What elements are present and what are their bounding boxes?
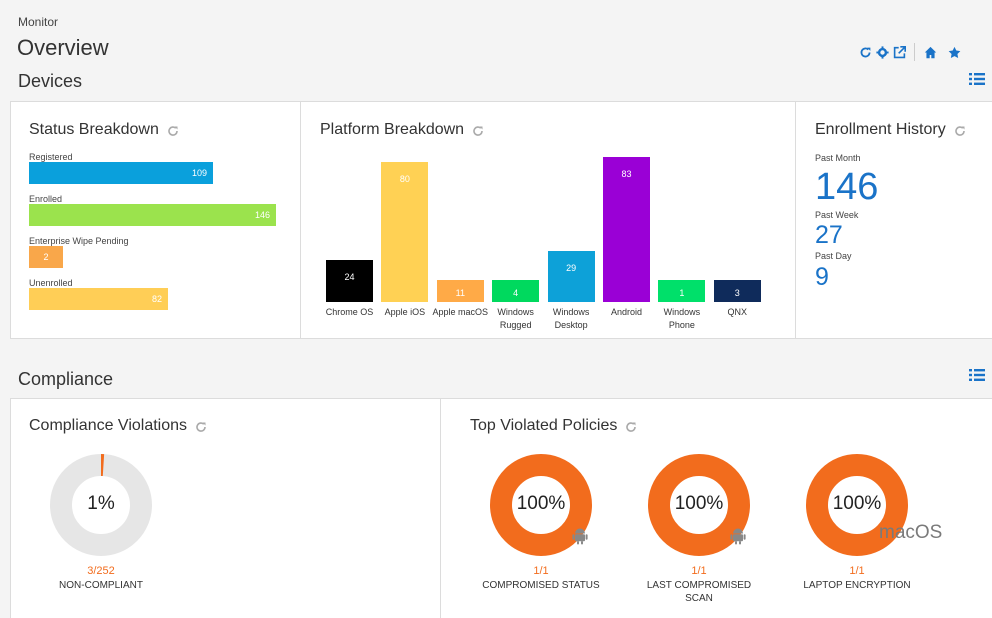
enrollment-history-title: Enrollment History	[815, 121, 966, 139]
toolbar-divider	[914, 43, 915, 61]
past-month-value: 146	[815, 166, 879, 208]
external-link-icon[interactable]	[892, 45, 906, 59]
platform-bar[interactable]: 29	[547, 251, 595, 302]
platform-bar[interactable]: 83	[603, 157, 650, 302]
top-violated-policies-title: Top Violated Policies	[470, 417, 637, 435]
platform-tick-label: Windows Rugged	[497, 307, 534, 330]
platform-bar[interactable]: 3	[713, 280, 761, 302]
platform-tick-label: QNX	[727, 307, 748, 317]
status-bar-label: Unenrolled	[29, 278, 73, 288]
platform-bar-chart: 24 Chrome OS 80 Apple iOS 11 Apple macOS 4 Wind…	[301, 102, 797, 340]
platform-bar[interactable]: 24	[326, 260, 373, 302]
refresh-icon[interactable]	[625, 420, 637, 432]
enrollment-history-panel: Enrollment History Past Month 146 Past W…	[795, 101, 992, 339]
status-breakdown-title-text: Status Breakdown	[29, 121, 159, 138]
compliance-violations-title: Compliance Violations	[29, 417, 207, 435]
android-icon	[572, 528, 588, 545]
compliance-violations-panel: Compliance Violations 1% 3/252 NON-COMPL…	[10, 398, 441, 618]
past-month-label: Past Month	[815, 153, 861, 163]
policy-percent: 100%	[674, 493, 724, 514]
past-day-value: 9	[815, 263, 829, 291]
policy-percent: 100%	[516, 493, 566, 514]
platform-bar[interactable]: 80	[381, 162, 429, 302]
status-bar-label: Enterprise Wipe Pending	[29, 236, 129, 246]
enrollment-history-title-text: Enrollment History	[815, 121, 946, 138]
top-violated-policies-title-text: Top Violated Policies	[470, 417, 618, 434]
list-icon[interactable]	[969, 368, 985, 382]
header-toolbar	[858, 43, 961, 61]
policy-caption-line: COMPROMISED STATUS	[482, 580, 600, 591]
platform-bar[interactable]: 4	[492, 280, 540, 302]
devices-section-title: Devices	[18, 71, 83, 91]
home-icon[interactable]	[923, 45, 937, 59]
platform-tick-label: Chrome OS	[325, 307, 374, 317]
past-week-label: Past Week	[815, 210, 859, 220]
refresh-icon[interactable]	[195, 420, 207, 432]
page-title: Overview	[17, 35, 109, 60]
platform-tick-label: Apple macOS	[432, 307, 489, 317]
list-icon[interactable]	[969, 72, 985, 86]
macos-label: macOS	[879, 522, 943, 543]
compliance-percent: 1%	[87, 493, 115, 514]
policy-caption: COMPROMISED STATUS	[471, 579, 611, 592]
status-bar-label: Enrolled	[29, 194, 63, 204]
past-week-value: 27	[815, 221, 843, 249]
status-bar[interactable]: 82	[29, 288, 168, 310]
compliance-section-title: Compliance	[18, 369, 114, 389]
platform-tick-label: Windows Phone	[663, 307, 701, 330]
star-icon[interactable]	[947, 45, 961, 59]
compliance-violations-title-text: Compliance Violations	[29, 417, 188, 434]
past-day-label: Past Day	[815, 251, 852, 261]
status-bar[interactable]: 2	[29, 246, 63, 268]
refresh-icon[interactable]	[858, 45, 872, 59]
platform-tick-label: Android	[610, 307, 643, 317]
platform-tick-label: Windows Desktop	[552, 307, 590, 330]
status-breakdown-title: Status Breakdown	[29, 121, 179, 139]
policy-count[interactable]: 1/1	[629, 565, 769, 577]
policy-count[interactable]: 1/1	[471, 565, 611, 577]
policy-caption-line: LAPTOP ENCRYPTION	[803, 580, 911, 591]
android-icon	[730, 528, 746, 545]
policy-count[interactable]: 1/1	[787, 565, 927, 577]
status-bar[interactable]: 146	[29, 204, 276, 226]
platform-bar[interactable]: 11	[436, 280, 484, 302]
refresh-icon[interactable]	[167, 124, 179, 136]
gear-icon[interactable]	[875, 45, 889, 59]
breadcrumb[interactable]: Monitor	[18, 15, 58, 29]
status-breakdown-panel: Status Breakdown Registered 109 Enrolled 14…	[10, 101, 301, 339]
policy-caption-line: SCAN	[685, 593, 713, 604]
refresh-icon[interactable]	[954, 124, 966, 136]
policy-percent: 100%	[832, 493, 882, 514]
policy-caption: LAPTOP ENCRYPTION	[787, 579, 927, 592]
status-bar[interactable]: 109	[29, 162, 213, 184]
compliance-count[interactable]: 3/252	[41, 565, 161, 577]
compliance-caption: NON-COMPLIANT	[59, 580, 143, 591]
policy-caption-line: LAST COMPROMISED	[646, 580, 752, 591]
top-violated-policies-panel: Top Violated Policies 100% 1/1 COMPROMISED…	[440, 398, 992, 618]
platform-breakdown-panel: Platform Breakdown 24 Chrome OS 80 Apple iO…	[300, 101, 796, 339]
status-bar-label: Registered	[29, 152, 73, 162]
platform-bar[interactable]: 1	[658, 280, 706, 302]
platform-tick-label: Apple iOS	[384, 307, 426, 317]
policy-caption: LAST COMPROMISED SCAN	[629, 579, 769, 605]
